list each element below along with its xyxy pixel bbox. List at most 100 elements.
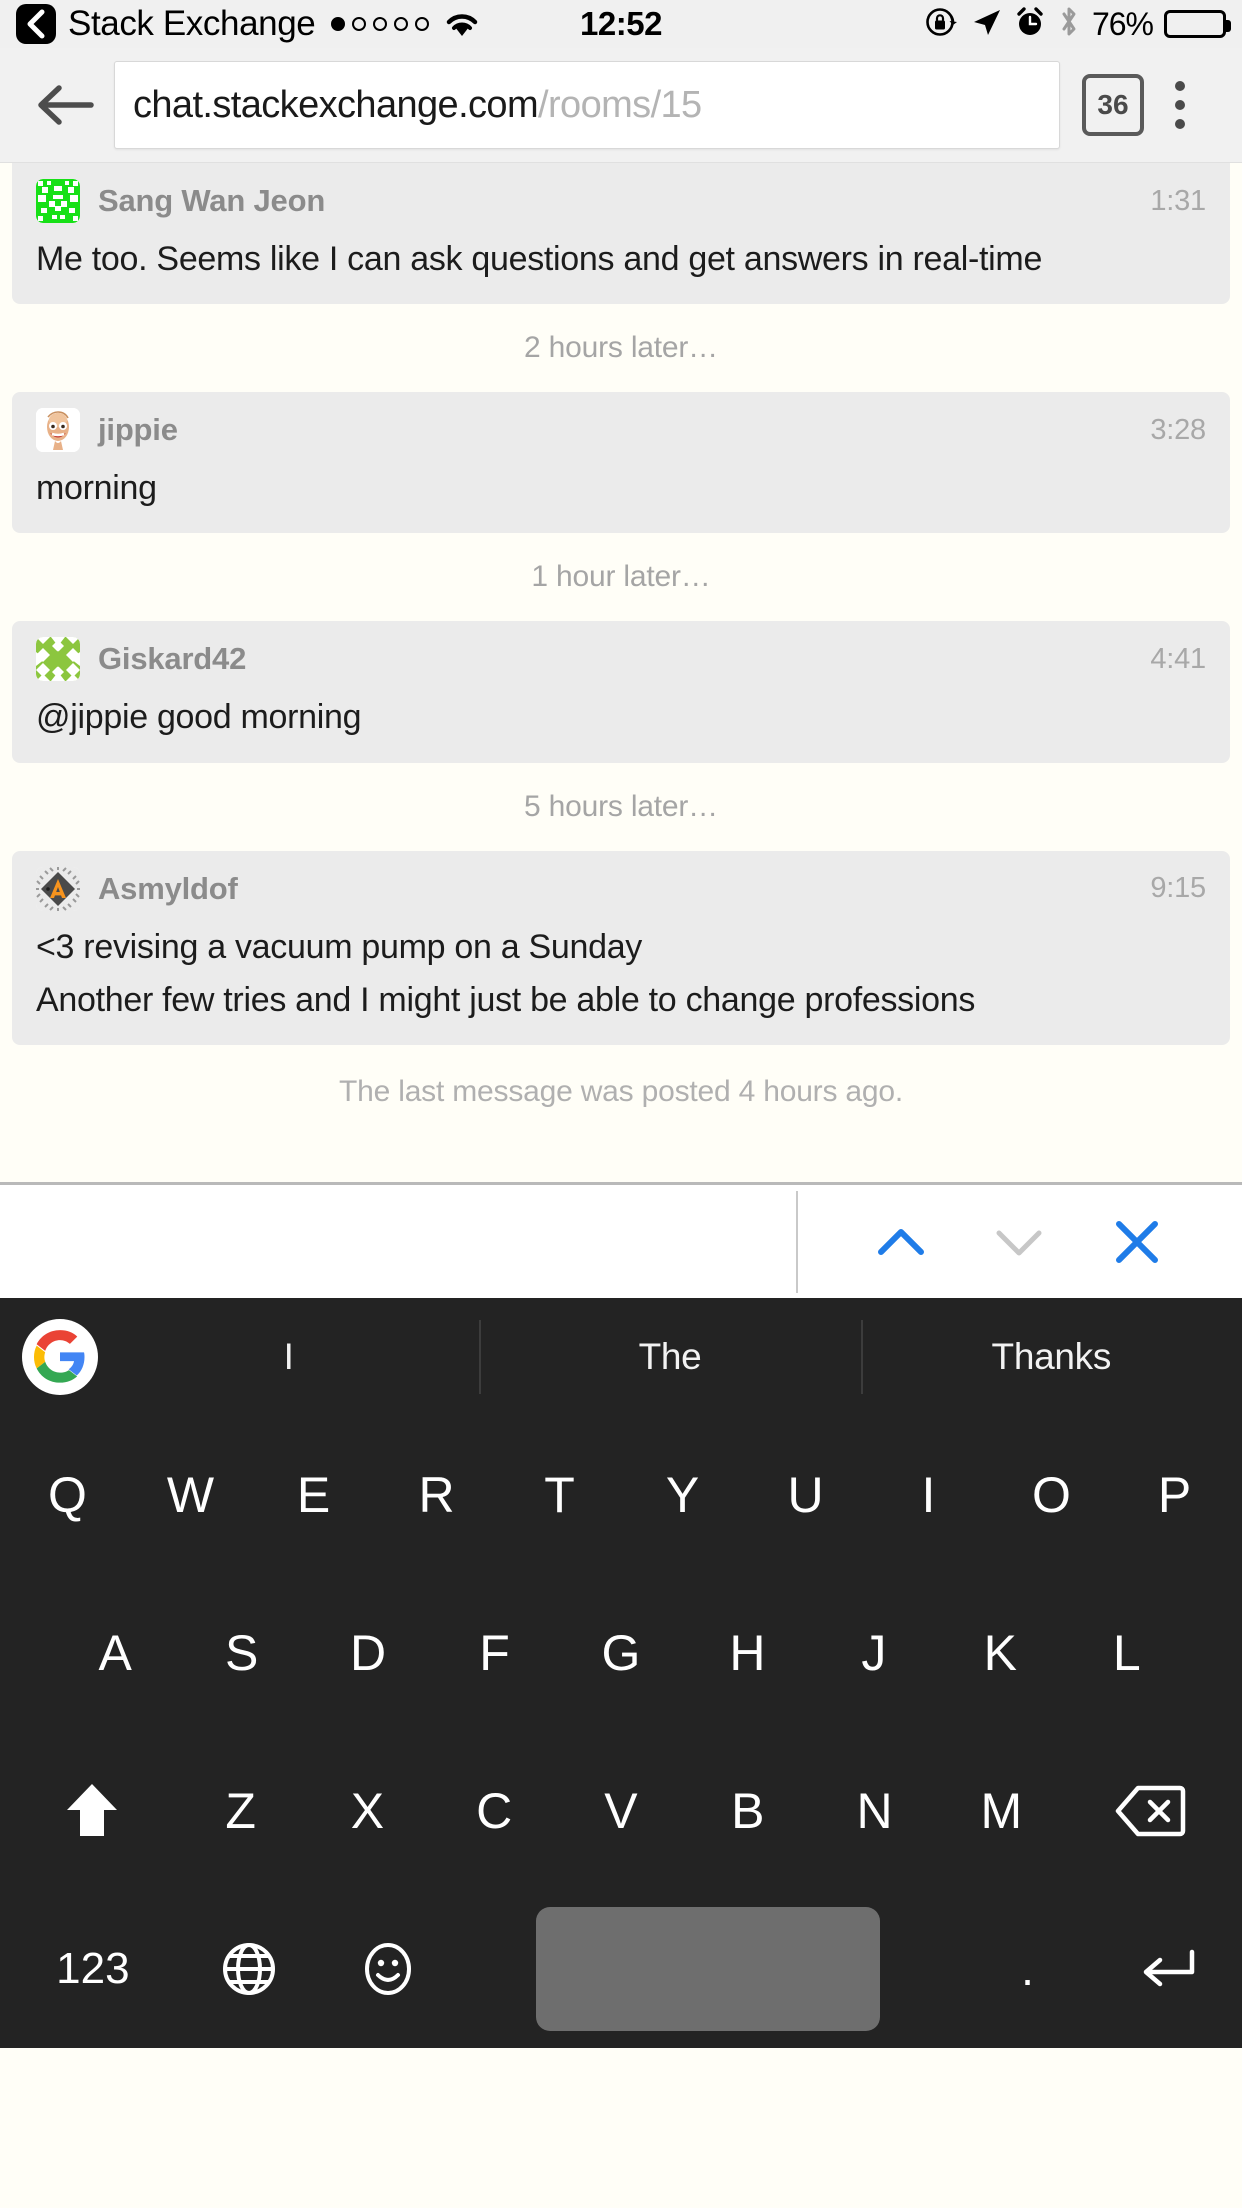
find-close-button[interactable] bbox=[1078, 1184, 1196, 1300]
wifi-icon bbox=[443, 9, 481, 39]
message-username[interactable]: jippie bbox=[98, 412, 178, 448]
overflow-menu-icon[interactable] bbox=[1144, 66, 1216, 144]
key-m[interactable]: M bbox=[938, 1732, 1065, 1890]
key-j[interactable]: J bbox=[811, 1574, 937, 1732]
key-y[interactable]: Y bbox=[621, 1416, 744, 1574]
chat-message[interactable]: Asmyldof 9:15 <3 revising a vacuum pump … bbox=[12, 850, 1230, 1046]
key-d[interactable]: D bbox=[305, 1574, 431, 1732]
message-header: Asmyldof 9:15 bbox=[12, 866, 1230, 911]
browser-toolbar: chat.stackexchange.com/rooms/15 36 bbox=[0, 48, 1242, 163]
keyboard-row-2: A S D F G H J K L bbox=[0, 1574, 1242, 1732]
keyboard-row-3: Z X C V B N M bbox=[0, 1732, 1242, 1890]
alarm-clock-icon bbox=[1014, 6, 1046, 43]
signal-dot bbox=[331, 17, 346, 31]
status-bar: Stack Exchange 12:52 76% bbox=[0, 0, 1242, 48]
time-separator: 5 hours later… bbox=[524, 789, 718, 823]
address-bar[interactable]: chat.stackexchange.com/rooms/15 bbox=[114, 61, 1060, 149]
message-text: Another few tries and I might just be ab… bbox=[36, 980, 976, 1019]
key-b[interactable]: B bbox=[684, 1732, 811, 1890]
time-separator: 1 hour later… bbox=[531, 560, 711, 594]
message-timestamp: 3:28 bbox=[1150, 413, 1206, 446]
key-x[interactable]: X bbox=[304, 1732, 431, 1890]
suggestion-item[interactable]: The bbox=[479, 1298, 860, 1416]
chat-message[interactable]: jippie 3:28 morning bbox=[12, 392, 1230, 534]
tab-count-label: 36 bbox=[1097, 89, 1129, 120]
signal-dot bbox=[394, 17, 409, 31]
key-s[interactable]: S bbox=[178, 1574, 304, 1732]
message-text: Me too. Seems like I can ask questions a… bbox=[36, 240, 1043, 278]
key-r[interactable]: R bbox=[375, 1416, 498, 1574]
location-arrow-icon bbox=[969, 6, 1003, 43]
key-o[interactable]: O bbox=[990, 1416, 1113, 1574]
key-p[interactable]: P bbox=[1113, 1416, 1236, 1574]
key-t[interactable]: T bbox=[498, 1416, 621, 1574]
message-header: Sang Wan Jeon 1:31 bbox=[12, 179, 1230, 223]
key-a[interactable]: A bbox=[52, 1574, 178, 1732]
keyboard-row-4: 123 . bbox=[0, 1890, 1242, 2048]
suggestion-strip: I The Thanks bbox=[0, 1298, 1242, 1416]
key-k[interactable]: K bbox=[937, 1574, 1063, 1732]
find-previous-button[interactable] bbox=[842, 1184, 960, 1300]
find-in-page-bar bbox=[0, 1182, 1242, 1298]
period-key[interactable]: . bbox=[958, 1890, 1097, 2048]
key-u[interactable]: U bbox=[744, 1416, 867, 1574]
suggestion-item[interactable]: Thanks bbox=[860, 1298, 1242, 1416]
back-to-app-button[interactable] bbox=[16, 4, 56, 44]
rotation-lock-icon bbox=[924, 5, 958, 44]
key-l[interactable]: L bbox=[1064, 1574, 1190, 1732]
shift-up-icon[interactable] bbox=[6, 1732, 177, 1890]
spacebar-key[interactable] bbox=[458, 1890, 958, 2048]
suggestion-list: I The Thanks bbox=[98, 1298, 1242, 1416]
signal-dot bbox=[373, 17, 388, 31]
key-z[interactable]: Z bbox=[177, 1732, 304, 1890]
virtual-keyboard[interactable]: I The Thanks Q W E R T Y U I O P A S D F… bbox=[0, 1298, 1242, 2048]
key-i[interactable]: I bbox=[867, 1416, 990, 1574]
key-w[interactable]: W bbox=[129, 1416, 252, 1574]
emoji-smiley-icon[interactable] bbox=[319, 1890, 458, 2048]
avatar[interactable] bbox=[36, 179, 80, 223]
url-text: chat.stackexchange.com/rooms/15 bbox=[133, 84, 702, 127]
message-header: jippie 3:28 bbox=[12, 408, 1230, 453]
battery-icon bbox=[1164, 10, 1231, 38]
message-username[interactable]: Giskard42 bbox=[98, 641, 246, 677]
message-username[interactable]: Sang Wan Jeon bbox=[98, 183, 325, 219]
google-g-logo-icon[interactable] bbox=[22, 1319, 98, 1395]
avatar[interactable] bbox=[36, 408, 80, 453]
status-icons-group: 76% bbox=[924, 5, 1231, 44]
key-f[interactable]: F bbox=[431, 1574, 557, 1732]
tab-count-button[interactable]: 36 bbox=[1082, 74, 1144, 136]
language-globe-icon[interactable] bbox=[180, 1890, 319, 2048]
bluetooth-icon bbox=[1057, 5, 1081, 44]
chat-transcript[interactable]: Sang Wan Jeon 1:31 Me too. Seems like I … bbox=[0, 163, 1242, 1182]
key-c[interactable]: C bbox=[431, 1732, 558, 1890]
chat-message[interactable]: Sang Wan Jeon 1:31 Me too. Seems like I … bbox=[12, 163, 1230, 305]
key-q[interactable]: Q bbox=[6, 1416, 129, 1574]
battery-percent-label: 76% bbox=[1091, 5, 1154, 42]
avatar[interactable] bbox=[36, 866, 80, 911]
suggestion-item[interactable]: I bbox=[98, 1298, 479, 1416]
chat-message[interactable]: Giskard42 4:41 @jippie good morning bbox=[12, 621, 1230, 763]
last-message-note: The last message was posted 4 hours ago. bbox=[339, 1075, 903, 1109]
signal-dot bbox=[352, 17, 367, 31]
numbers-key[interactable]: 123 bbox=[6, 1890, 180, 2048]
key-v[interactable]: V bbox=[558, 1732, 685, 1890]
find-next-button[interactable] bbox=[960, 1184, 1078, 1300]
spacebar-surface bbox=[535, 1907, 880, 2031]
message-timestamp: 9:15 bbox=[1150, 872, 1206, 905]
avatar[interactable] bbox=[36, 637, 80, 682]
message-text: <3 revising a vacuum pump on a Sunday bbox=[36, 927, 642, 966]
divider bbox=[796, 1190, 798, 1293]
key-e[interactable]: E bbox=[252, 1416, 375, 1574]
message-timestamp: 1:31 bbox=[1150, 184, 1206, 217]
key-n[interactable]: N bbox=[811, 1732, 938, 1890]
backspace-delete-icon[interactable] bbox=[1065, 1732, 1236, 1890]
keyboard-row-1: Q W E R T Y U I O P bbox=[0, 1416, 1242, 1574]
key-g[interactable]: G bbox=[558, 1574, 684, 1732]
browser-back-button[interactable] bbox=[26, 66, 104, 144]
url-domain: chat.stackexchange.com bbox=[133, 83, 539, 126]
key-h[interactable]: H bbox=[684, 1574, 810, 1732]
carrier-label: Stack Exchange bbox=[68, 4, 316, 43]
enter-return-icon[interactable] bbox=[1097, 1890, 1236, 2048]
url-path: /rooms/15 bbox=[538, 83, 702, 126]
message-username[interactable]: Asmyldof bbox=[98, 871, 238, 907]
